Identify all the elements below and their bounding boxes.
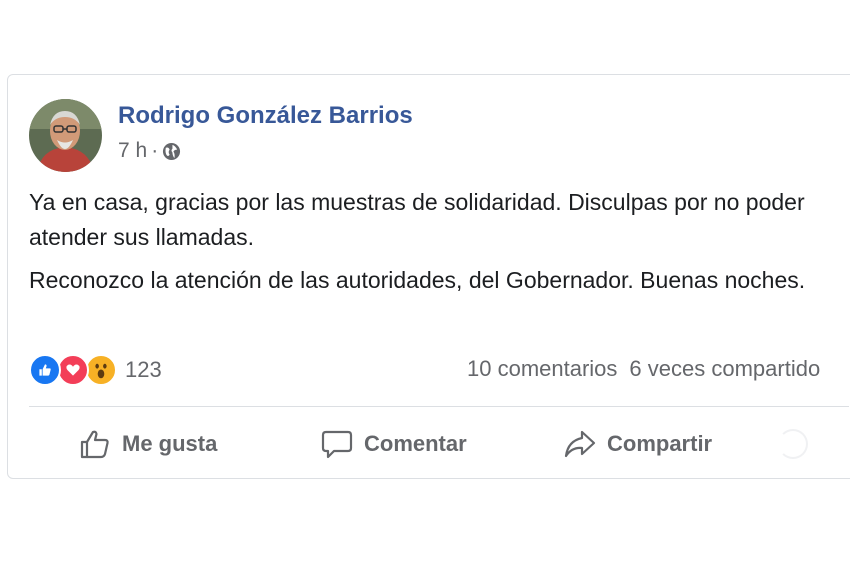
- post-card: Rodrigo González Barrios 7 h · Ya en cas…: [7, 74, 850, 479]
- reactions-summary[interactable]: 123: [29, 354, 162, 386]
- like-reaction-icon: [29, 354, 61, 386]
- meta-separator: ·: [151, 139, 159, 162]
- comments-count-link[interactable]: 10 comentarios: [467, 356, 617, 382]
- shares-count-link[interactable]: 6 veces compartido: [629, 356, 820, 382]
- share-icon: [564, 430, 596, 458]
- love-reaction-icon: [57, 354, 89, 386]
- share-button[interactable]: Compartir: [563, 427, 712, 461]
- reaction-count: 123: [125, 357, 162, 382]
- author-name[interactable]: Rodrigo González Barrios: [118, 102, 413, 130]
- author-avatar[interactable]: [29, 99, 102, 172]
- comment-icon: [321, 430, 353, 459]
- comment-label: Comentar: [364, 431, 467, 456]
- engagement-counts: 10 comentarios 6 veces compartido: [467, 356, 820, 382]
- wow-reaction-icon: [85, 354, 117, 386]
- loading-icon: [778, 429, 808, 459]
- comment-button[interactable]: Comentar: [320, 427, 467, 461]
- post-paragraph: Ya en casa, gracias por las muestras de …: [29, 189, 805, 250]
- like-label: Me gusta: [122, 431, 218, 456]
- post-meta: 7 h ·: [118, 139, 181, 163]
- share-label: Compartir: [607, 431, 713, 456]
- like-button[interactable]: Me gusta: [78, 427, 217, 461]
- divider: [29, 406, 849, 407]
- post-time[interactable]: 7 h: [118, 139, 147, 163]
- post-body: Ya en casa, gracias por las muestras de …: [29, 185, 819, 306]
- thumbs-up-icon: [80, 430, 109, 459]
- post-paragraph: Reconozco la atención de las autoridades…: [29, 267, 806, 293]
- globe-icon[interactable]: [162, 142, 181, 161]
